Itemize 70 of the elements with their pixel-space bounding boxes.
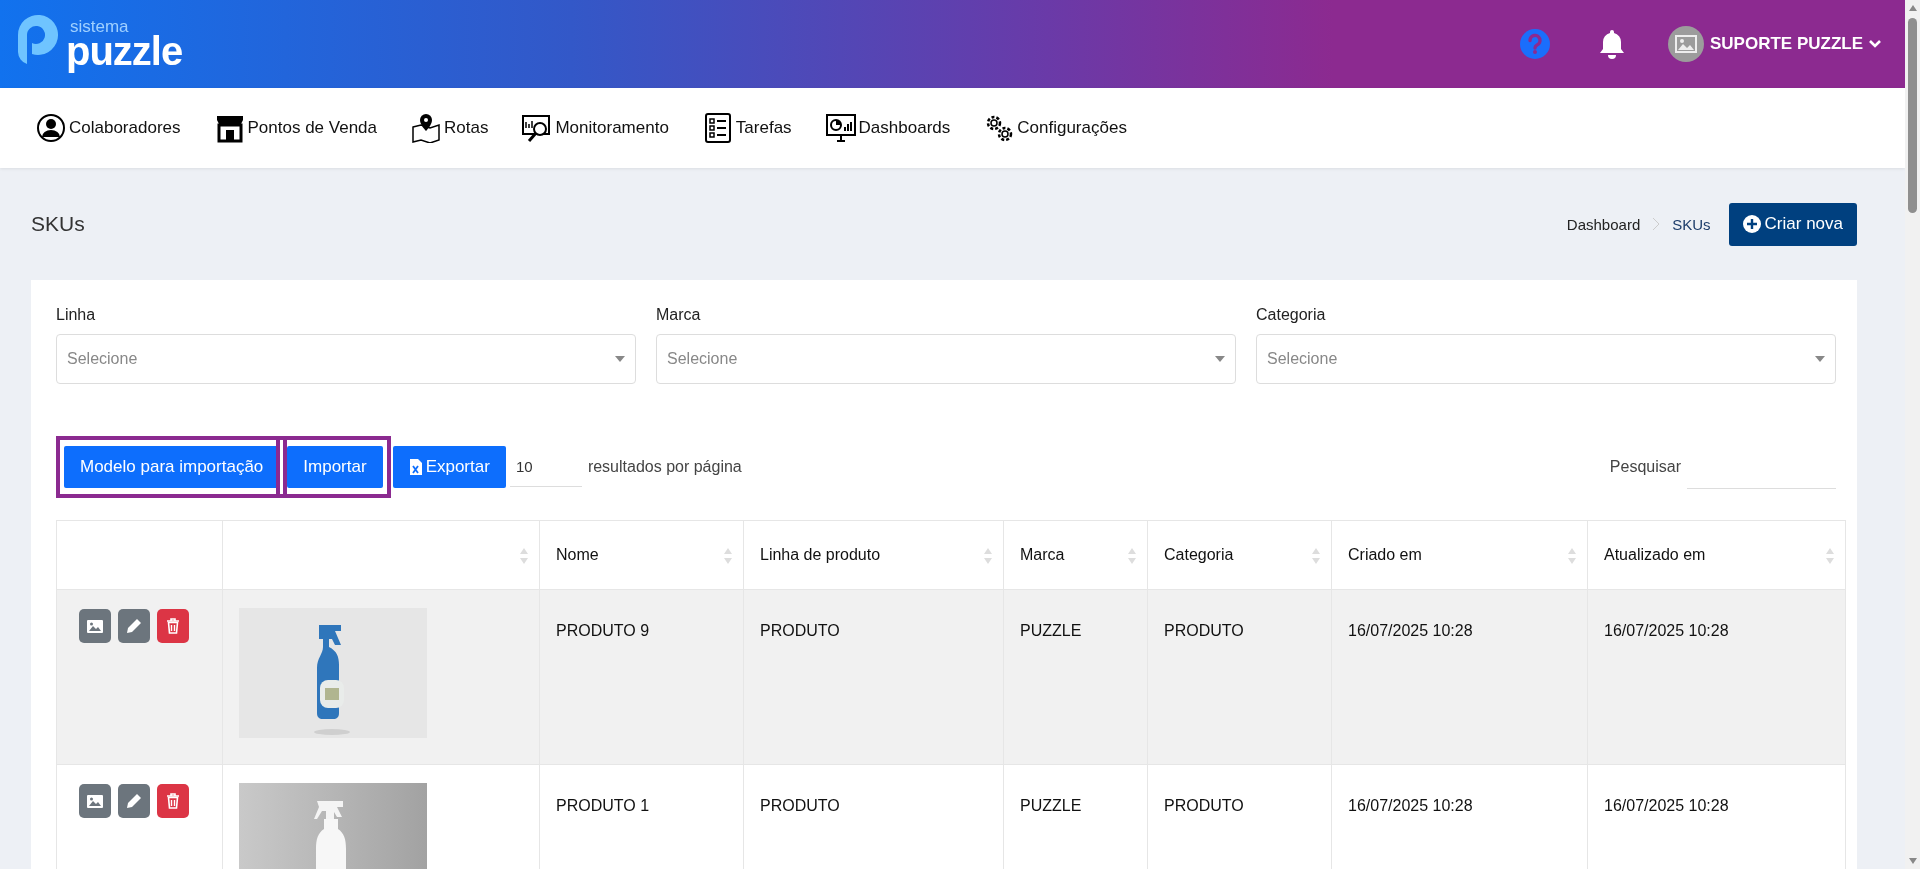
nav-link[interactable]: Colaboradores — [36, 113, 181, 143]
table-row[interactable]: PRODUTO 1 PRODUTO PUZZLE PRODUTO 16/07/2025 10:28 16/07/2025 10:28 — [56, 764, 1846, 869]
user-name[interactable]: SUPORTE PUZZLE — [1710, 34, 1863, 54]
scroll-up-icon[interactable] — [1907, 4, 1918, 12]
store-icon — [214, 113, 245, 143]
filter-label: Categoria — [1256, 306, 1327, 324]
image-button[interactable] — [79, 784, 111, 818]
edit-button[interactable] — [118, 784, 150, 818]
nav-link[interactable]: Monitoramento — [522, 113, 669, 143]
delete-button[interactable] — [157, 784, 189, 818]
nav-link[interactable]: Tarefas — [702, 113, 792, 143]
search-label: Pesquisar — [1609, 458, 1681, 476]
create-button[interactable]: Criar nova — [1728, 202, 1857, 246]
export-button[interactable]: Exportar — [392, 446, 506, 488]
filter-label: Linha — [56, 306, 97, 324]
chevron-right-icon — [1652, 217, 1661, 231]
user-icon — [36, 113, 66, 143]
column-header[interactable]: Criado em — [1331, 520, 1588, 590]
select-field[interactable]: Selecione — [56, 334, 636, 384]
caret-icon — [1215, 356, 1225, 362]
monitor-icon — [522, 113, 553, 143]
excel-file-icon — [408, 458, 423, 476]
trash-icon — [166, 793, 180, 809]
nav-link[interactable]: Pontos de Venda — [214, 113, 378, 143]
select-field[interactable]: Selecione — [656, 334, 1236, 384]
image-icon — [1675, 35, 1697, 53]
nav-link[interactable]: Rotas — [411, 113, 489, 143]
image-button[interactable] — [79, 609, 111, 643]
page-title: SKUs — [31, 212, 86, 236]
checklist-icon — [702, 113, 733, 143]
column-header[interactable]: Linha de produto — [743, 520, 1004, 590]
chevron-down-icon[interactable] — [1869, 39, 1881, 49]
help-icon[interactable] — [1520, 29, 1550, 59]
pencil-icon — [126, 793, 142, 809]
filter-label: Marca — [656, 306, 702, 324]
table-cell: PRODUTO — [743, 589, 1004, 765]
table-cell: 16/07/2025 10:28 — [1587, 589, 1846, 765]
nav-link[interactable]: Configurações — [984, 113, 1127, 143]
table-cell: PUZZLE — [1003, 589, 1148, 765]
pencil-icon — [126, 618, 142, 634]
toolbar-button[interactable]: Importar — [287, 446, 383, 488]
delete-button[interactable] — [157, 609, 189, 643]
table-row[interactable]: PRODUTO 9 PRODUTO PUZZLE PRODUTO 16/07/2025 10:28 16/07/2025 10:28 — [56, 589, 1846, 765]
table-cell: PRODUTO 9 — [539, 589, 744, 765]
avatar[interactable] — [1668, 26, 1704, 62]
scrollbar-thumb[interactable] — [1908, 18, 1917, 213]
column-header[interactable]: Nome — [539, 520, 744, 590]
breadcrumb-item[interactable]: Dashboard — [1566, 215, 1641, 233]
map-pin-icon — [411, 113, 442, 143]
image-icon — [87, 794, 103, 808]
edit-button[interactable] — [118, 609, 150, 643]
caret-icon — [1815, 356, 1825, 362]
column-header[interactable]: Atualizado em — [1587, 520, 1846, 590]
column-header[interactable]: Marca — [1003, 520, 1148, 590]
trash-icon — [166, 618, 180, 634]
table-cell: PRODUTO — [1147, 589, 1332, 765]
breadcrumb-item: SKUs — [1672, 215, 1711, 233]
page-size-label: resultados por página — [587, 458, 743, 476]
table-cell: 16/07/2025 10:28 — [1331, 589, 1588, 765]
gears-icon — [984, 113, 1015, 143]
plus-icon — [1742, 215, 1761, 233]
column-header[interactable]: Categoria — [1147, 520, 1332, 590]
nav-link[interactable]: Dashboards — [825, 113, 951, 143]
caret-icon — [615, 356, 625, 362]
bell-icon[interactable] — [1598, 28, 1626, 60]
logo-subtitle: sistema — [70, 17, 129, 35]
image-icon — [87, 619, 103, 633]
scroll-down-icon[interactable] — [1907, 857, 1918, 865]
dashboard-icon — [825, 113, 856, 143]
select-field[interactable]: Selecione — [1256, 334, 1836, 384]
